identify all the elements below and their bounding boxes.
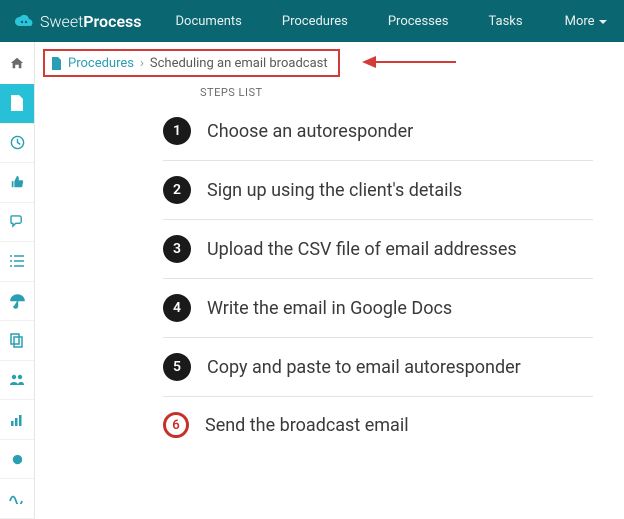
step-number: 5 xyxy=(163,353,191,381)
step-number: 2 xyxy=(163,176,191,204)
chevron-right-icon: › xyxy=(140,56,144,71)
breadcrumb-link[interactable]: Procedures xyxy=(68,56,134,71)
step-number: 4 xyxy=(163,294,191,322)
gear-icon[interactable] xyxy=(0,440,34,480)
bars-icon[interactable] xyxy=(0,400,34,440)
brand-text-light: Sweet xyxy=(40,12,83,31)
cloud-icon xyxy=(14,14,34,28)
step-item[interactable]: 1 Choose an autoresponder xyxy=(163,102,593,161)
annotation-arrow xyxy=(362,56,456,68)
clock-icon[interactable] xyxy=(0,124,34,164)
wave-icon[interactable] xyxy=(0,479,34,519)
breadcrumb-current: Scheduling an email broadcast xyxy=(150,56,328,71)
chat-icon[interactable] xyxy=(0,203,34,243)
step-item[interactable]: 4 Write the email in Google Docs xyxy=(163,279,593,338)
step-title: Copy and paste to email autoresponder xyxy=(207,357,521,378)
breadcrumb: Procedures › Scheduling an email broadca… xyxy=(43,49,340,77)
list-icon[interactable] xyxy=(0,242,34,282)
brand-text-bold: Process xyxy=(83,12,141,31)
step-title: Upload the CSV file of email addresses xyxy=(207,239,517,260)
chevron-down-icon xyxy=(599,20,607,24)
step-item[interactable]: 3 Upload the CSV file of email addresses xyxy=(163,220,593,279)
home-icon[interactable] xyxy=(0,42,35,84)
steps-header: STEPS LIST xyxy=(200,86,263,99)
nav-documents[interactable]: Documents xyxy=(156,0,262,42)
step-number: 1 xyxy=(163,117,191,145)
sidebar xyxy=(0,84,35,519)
thumb-icon[interactable] xyxy=(0,163,34,203)
nav-tasks[interactable]: Tasks xyxy=(468,0,542,42)
step-title: Choose an autoresponder xyxy=(207,121,413,142)
body: STEPS LIST 1 Choose an autoresponder 2 S… xyxy=(0,84,624,519)
step-number: 3 xyxy=(163,235,191,263)
nav-processes[interactable]: Processes xyxy=(368,0,469,42)
nav-procedures[interactable]: Procedures xyxy=(262,0,368,42)
copy-icon[interactable] xyxy=(0,321,34,361)
step-number: 6 xyxy=(163,412,189,438)
step-item[interactable]: 6 Send the broadcast email xyxy=(163,397,593,453)
step-title: Sign up using the client's details xyxy=(207,180,462,201)
top-nav: SweetProcess Documents Procedures Proces… xyxy=(0,0,624,42)
users-icon[interactable] xyxy=(0,361,34,401)
umbrella-icon[interactable] xyxy=(0,282,34,322)
nav-more[interactable]: More xyxy=(543,14,624,29)
file-icon xyxy=(51,57,62,70)
nav-more-label: More xyxy=(565,14,595,29)
brand-logo[interactable]: SweetProcess xyxy=(0,12,156,31)
breadcrumb-row: Procedures › Scheduling an email broadca… xyxy=(0,42,624,84)
step-title: Send the broadcast email xyxy=(205,415,409,436)
file-icon[interactable] xyxy=(0,84,34,124)
main-content: STEPS LIST 1 Choose an autoresponder 2 S… xyxy=(35,84,624,519)
steps-list: 1 Choose an autoresponder 2 Sign up usin… xyxy=(163,84,624,453)
step-title: Write the email in Google Docs xyxy=(207,298,452,319)
step-item[interactable]: 5 Copy and paste to email autoresponder xyxy=(163,338,593,397)
step-item[interactable]: 2 Sign up using the client's details xyxy=(163,161,593,220)
nav-items: Documents Procedures Processes Tasks xyxy=(156,0,543,42)
